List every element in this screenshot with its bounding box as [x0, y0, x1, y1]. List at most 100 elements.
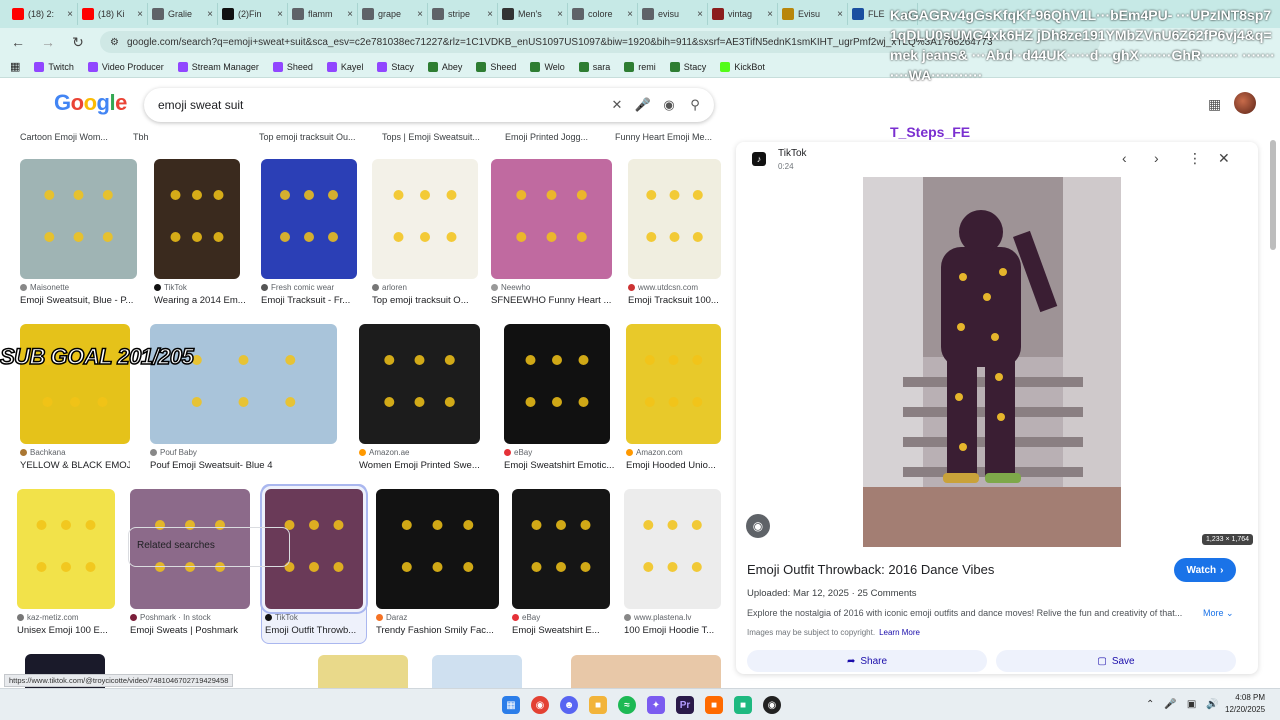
result-caption[interactable]: Trendy Fashion Smily Fac... — [376, 625, 499, 636]
result-thumbnail[interactable] — [20, 159, 137, 279]
tab-close-icon[interactable]: × — [697, 9, 703, 20]
result-caption[interactable]: YELLOW & BLACK EMOJ... — [20, 460, 130, 471]
tab-close-icon[interactable]: × — [627, 9, 633, 20]
result-caption[interactable]: Emoji Outfit Throwb... — [265, 625, 375, 636]
result-thumbnail[interactable] — [628, 159, 721, 279]
chevron-up-icon[interactable]: ⌃ — [1146, 699, 1154, 710]
bookmark-item[interactable]: Abey — [427, 61, 462, 72]
more-link[interactable]: More ⌄ — [1203, 608, 1234, 619]
clock[interactable]: 4:08 PM 12/20/2025 — [1225, 692, 1265, 716]
result-caption[interactable]: Emoji Sweats | Poshmark — [130, 625, 250, 636]
result-thumbnail[interactable] — [491, 159, 612, 279]
result-caption[interactable]: Top emoji tracksuit O... — [372, 295, 482, 306]
save-button[interactable]: ▢ Save — [996, 650, 1236, 672]
result-caption[interactable]: Emoji Sweatshirt Emotic... — [504, 460, 614, 471]
bookmark-item[interactable]: Video Producer — [87, 61, 164, 72]
back-icon[interactable]: ← — [10, 34, 26, 50]
avatar[interactable] — [1234, 92, 1256, 114]
result-thumbnail[interactable] — [571, 655, 721, 688]
result-caption[interactable]: Pouf Emoji Sweatsuit- Blue 4 — [150, 460, 337, 471]
learn-more-link[interactable]: Learn More — [879, 628, 920, 637]
start-icon[interactable]: ▦ — [502, 696, 520, 714]
discord-icon[interactable]: ☻ — [560, 696, 578, 714]
result-title[interactable]: Top emoji tracksuit Ou... — [259, 132, 356, 142]
bookmark-item[interactable]: KickBot — [720, 61, 765, 72]
browser-tab[interactable]: Men's × — [498, 3, 568, 25]
app-icon[interactable]: ✦ — [647, 696, 665, 714]
tab-close-icon[interactable]: × — [347, 9, 353, 20]
related-searches-card[interactable]: Related searches — [128, 527, 290, 567]
bookmark-item[interactable]: Twitch — [34, 61, 74, 72]
browser-tab[interactable]: Gralie × — [148, 3, 218, 25]
result-thumbnail[interactable] — [624, 489, 721, 609]
reload-icon[interactable]: ↻ — [70, 34, 86, 51]
network-icon[interactable]: ▣ — [1187, 699, 1196, 710]
bookmark-item[interactable]: Kayel — [326, 61, 363, 72]
tab-close-icon[interactable]: × — [277, 9, 283, 20]
search-query[interactable]: emoji sweat suit — [158, 98, 604, 112]
result-title[interactable]: Tbh — [133, 132, 149, 142]
panel-source[interactable]: TikTok — [778, 148, 807, 159]
browser-tab[interactable]: (18) Ki × — [78, 3, 148, 25]
clear-icon[interactable]: ✕ — [604, 97, 630, 113]
site-info-icon[interactable]: ⚙ — [110, 37, 119, 48]
file-explorer-icon[interactable]: ■ — [589, 696, 607, 714]
result-caption[interactable]: Emoji Tracksuit - Fr... — [261, 295, 371, 306]
browser-tab[interactable]: flamm × — [288, 3, 358, 25]
microphone-icon[interactable]: 🎤 — [630, 97, 656, 113]
obs-icon[interactable]: ◉ — [763, 696, 781, 714]
more-options-icon[interactable]: ⋮ — [1188, 150, 1202, 167]
browser-tab[interactable]: vintag × — [708, 3, 778, 25]
volume-icon[interactable]: 🔊 — [1206, 699, 1218, 710]
google-apps-icon[interactable]: ▦ — [1208, 96, 1221, 113]
result-thumbnail[interactable] — [626, 324, 721, 444]
tab-close-icon[interactable]: × — [207, 9, 213, 20]
result-title[interactable]: Cartoon Emoji Wom... — [20, 132, 108, 142]
result-thumbnail[interactable] — [359, 324, 480, 444]
tab-close-icon[interactable]: × — [767, 9, 773, 20]
chrome-icon[interactable]: ◉ — [531, 696, 549, 714]
browser-tab[interactable]: (2)Fin × — [218, 3, 288, 25]
tab-close-icon[interactable]: × — [137, 9, 143, 20]
bookmark-item[interactable]: sara — [578, 61, 610, 72]
panel-title[interactable]: Emoji Outfit Throwback: 2016 Dance Vibes — [747, 562, 994, 577]
result-caption[interactable]: Emoji Sweatshirt E... — [512, 625, 622, 636]
premiere-icon[interactable]: Pr — [676, 696, 694, 714]
bookmark-item[interactable]: Sheed — [476, 61, 516, 72]
result-caption[interactable]: Emoji Tracksuit 100... — [628, 295, 730, 306]
result-thumbnail[interactable] — [318, 655, 408, 688]
bookmark-item[interactable]: remi — [624, 61, 656, 72]
result-caption[interactable]: 100 Emoji Hoodie T... — [624, 625, 730, 636]
result-thumbnail[interactable] — [261, 159, 357, 279]
tab-close-icon[interactable]: × — [67, 9, 73, 20]
watch-button[interactable]: Watch › — [1174, 558, 1236, 582]
tab-close-icon[interactable]: × — [487, 9, 493, 20]
result-thumbnail[interactable] — [376, 489, 499, 609]
bookmark-item[interactable]: Sheed — [272, 61, 313, 72]
result-thumbnail[interactable] — [154, 159, 240, 279]
result-thumbnail[interactable] — [432, 655, 522, 688]
result-title[interactable]: Emoji Printed Jogg... — [505, 132, 588, 142]
google-logo[interactable]: Google — [54, 90, 127, 116]
close-icon[interactable]: ✕ — [1218, 150, 1230, 167]
result-thumbnail[interactable] — [372, 159, 478, 279]
result-title[interactable]: Tops | Emoji Sweatsuit... — [382, 132, 480, 142]
page-scrollbar[interactable] — [1268, 130, 1278, 690]
browser-tab[interactable]: Evisu × — [778, 3, 848, 25]
camera-lens-icon[interactable]: ◉ — [656, 97, 682, 113]
result-thumbnail[interactable] — [504, 324, 610, 444]
result-caption[interactable]: Emoji Hooded Unio... — [626, 460, 730, 471]
browser-tab[interactable]: (18) 2: × — [8, 3, 78, 25]
browser-tab[interactable]: colore × — [568, 3, 638, 25]
browser-tab[interactable]: grape × — [358, 3, 428, 25]
lens-search-icon[interactable]: ◉ — [746, 514, 770, 538]
result-thumbnail[interactable] — [512, 489, 610, 609]
bookmark-item[interactable]: Stacy — [669, 61, 706, 72]
previous-icon[interactable]: ‹ — [1122, 150, 1127, 166]
forward-icon[interactable]: → — [40, 34, 56, 50]
bookmark-item[interactable]: Stacy — [377, 61, 414, 72]
spotify-icon[interactable]: ≈ — [618, 696, 636, 714]
game-icon[interactable]: ■ — [734, 696, 752, 714]
result-caption[interactable]: Unisex Emoji 100 E... — [17, 625, 127, 636]
tab-close-icon[interactable]: × — [557, 9, 563, 20]
